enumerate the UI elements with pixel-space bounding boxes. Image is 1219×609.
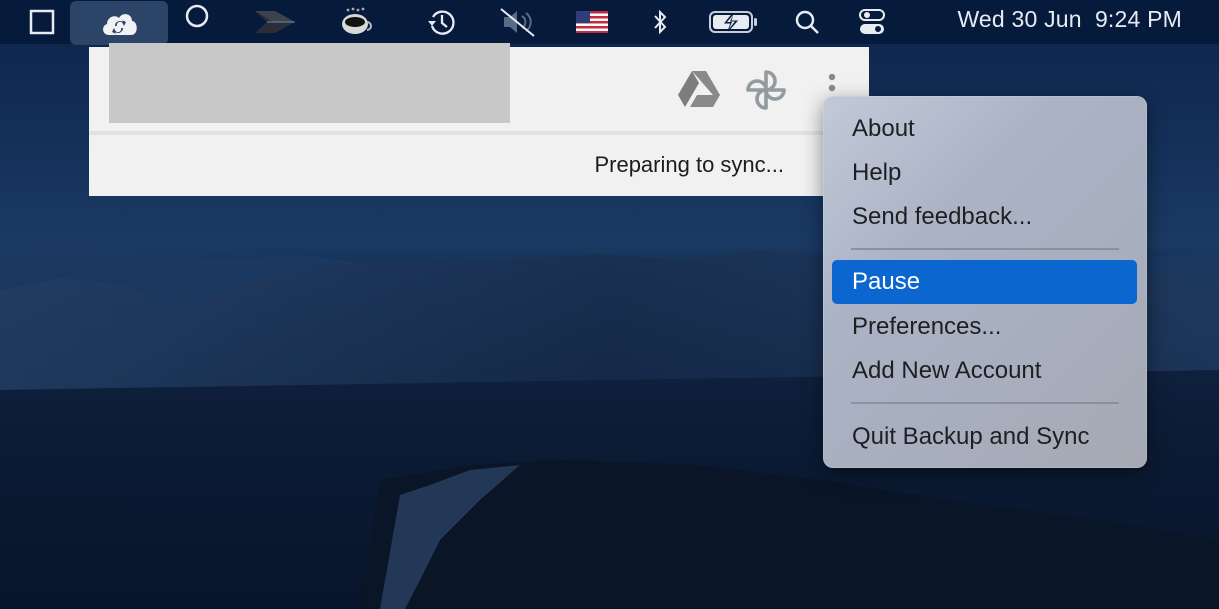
backup-and-sync-cloud-icon[interactable] <box>70 1 168 45</box>
menu-item-preferences[interactable]: Preferences... <box>832 305 1137 349</box>
menu-item-about[interactable]: About <box>832 107 1137 151</box>
double-chevron-icon[interactable] <box>250 0 300 44</box>
menu-bar-clock[interactable]: Wed 30 Jun 9:24 PM <box>957 6 1182 33</box>
time-machine-icon[interactable] <box>424 0 460 44</box>
google-drive-icon[interactable] <box>677 69 721 114</box>
control-center-icon[interactable] <box>854 0 890 44</box>
menu-item-pause[interactable]: Pause <box>832 260 1137 304</box>
spotlight-search-icon[interactable] <box>792 0 822 44</box>
panel-divider <box>89 131 869 135</box>
backup-and-sync-panel: Preparing to sync... <box>89 43 869 196</box>
google-photos-icon[interactable] <box>743 67 789 118</box>
menu-separator <box>851 402 1119 404</box>
menu-item-add-new-account[interactable]: Add New Account <box>832 349 1137 393</box>
menu-item-send-feedback[interactable]: Send feedback... <box>832 195 1137 239</box>
menu-item-help[interactable]: Help <box>832 151 1137 195</box>
menu-bar: Wed 30 Jun 9:24 PM <box>0 0 1219 45</box>
window-square-icon[interactable] <box>24 0 60 44</box>
panel-header <box>89 43 869 131</box>
coffee-cup-icon[interactable] <box>335 0 375 44</box>
volume-muted-icon[interactable] <box>496 0 540 44</box>
sync-status-text: Preparing to sync... <box>594 152 784 177</box>
us-flag-input-source-icon[interactable] <box>574 0 610 44</box>
circle-icon[interactable] <box>180 0 214 44</box>
account-info-redacted <box>109 43 510 123</box>
menu-item-quit-backup-and-sync[interactable]: Quit Backup and Sync <box>832 415 1137 459</box>
options-context-menu: About Help Send feedback... Pause Prefer… <box>823 96 1147 468</box>
battery-charging-icon[interactable] <box>706 0 762 44</box>
menu-separator <box>851 248 1119 250</box>
bluetooth-icon[interactable] <box>648 0 672 44</box>
